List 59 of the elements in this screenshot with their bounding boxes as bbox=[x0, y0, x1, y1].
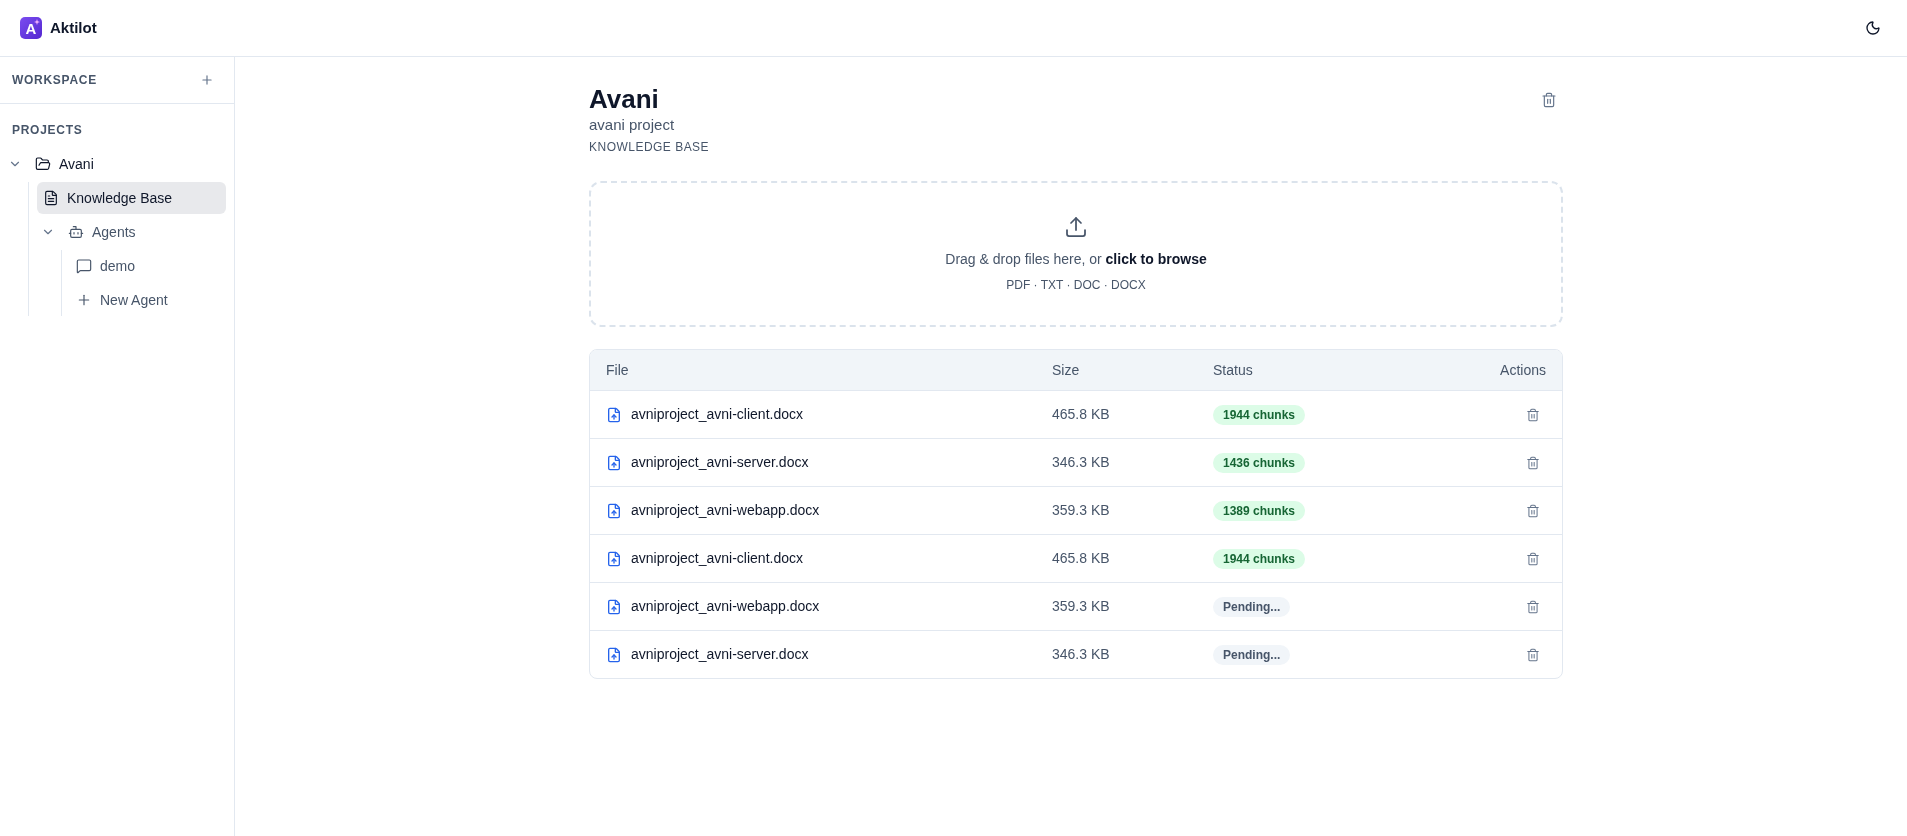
file-icon bbox=[606, 502, 622, 519]
file-icon bbox=[606, 454, 622, 471]
column-header: Size bbox=[1052, 360, 1081, 380]
trash-icon bbox=[1541, 92, 1557, 108]
file-name: avniproject_avni-server.docx bbox=[631, 645, 809, 664]
trash-icon bbox=[1526, 503, 1540, 518]
workspace-label: WORKSPACE bbox=[12, 72, 97, 89]
trash-icon bbox=[1526, 599, 1540, 614]
file-size: 465.8 KB bbox=[1052, 549, 1111, 568]
tree-item[interactable]: New Agent bbox=[70, 284, 226, 316]
logo-letter: A bbox=[25, 20, 37, 36]
status-badge: 1436 chunks bbox=[1213, 452, 1306, 473]
file-size: 359.3 KB bbox=[1052, 597, 1111, 616]
tree-item[interactable]: Knowledge Base bbox=[37, 182, 226, 214]
column-header: File bbox=[606, 360, 630, 380]
status-badge: 1944 chunks bbox=[1213, 548, 1306, 569]
file-size: 465.8 KB bbox=[1052, 405, 1111, 424]
tree-item[interactable]: Agents bbox=[37, 216, 226, 248]
dropzone-text: Drag & drop files here, or click to browse bbox=[945, 250, 1207, 269]
robot-icon bbox=[68, 224, 84, 240]
trash-icon bbox=[1526, 551, 1540, 566]
folder-icon bbox=[35, 156, 51, 172]
page-title: Avani bbox=[589, 83, 660, 115]
file-name: avniproject_avni-webapp.docx bbox=[631, 501, 820, 520]
plus-icon bbox=[200, 73, 214, 87]
trash-icon bbox=[1526, 647, 1540, 662]
status-badge: 1944 chunks bbox=[1213, 404, 1306, 425]
status-badge: Pending... bbox=[1213, 596, 1291, 617]
file-icon bbox=[606, 550, 622, 567]
chat-bubble-icon bbox=[76, 258, 92, 274]
file-name: avniproject_avni-server.docx bbox=[631, 453, 809, 472]
projects-label: PROJECTS bbox=[11, 122, 84, 138]
app-name: Aktilot bbox=[50, 17, 97, 38]
column-header: Actions bbox=[1499, 360, 1546, 380]
sparkle-icon bbox=[34, 19, 40, 25]
file-formats: PDF · TXT · DOC · DOCX bbox=[1006, 277, 1146, 293]
file-name: avniproject_avni-webapp.docx bbox=[631, 597, 820, 616]
file-name: avniproject_avni-client.docx bbox=[631, 405, 803, 424]
column-header: Status bbox=[1213, 360, 1254, 380]
trash-icon bbox=[1526, 407, 1540, 422]
moon-icon bbox=[1865, 20, 1881, 36]
file-icon bbox=[606, 598, 622, 615]
file-size: 346.3 KB bbox=[1052, 645, 1111, 664]
section-label: KNOWLEDGE BASE bbox=[589, 139, 710, 155]
tree-item[interactable]: Avani bbox=[4, 148, 226, 180]
file-icon bbox=[606, 646, 622, 663]
status-badge: 1389 chunks bbox=[1213, 500, 1306, 521]
file-name: avniproject_avni-client.docx bbox=[631, 549, 803, 568]
trash-icon bbox=[1526, 455, 1540, 470]
status-badge: Pending... bbox=[1213, 644, 1291, 665]
plus-icon bbox=[76, 292, 92, 308]
file-icon bbox=[606, 406, 622, 423]
file-size: 346.3 KB bbox=[1052, 453, 1111, 472]
page-subtitle: avani project bbox=[589, 115, 676, 135]
upload-dropzone[interactable]: Drag & drop files here, or click to browse PDF · TXT · DOC · DOCX bbox=[589, 181, 1563, 327]
upload-icon bbox=[1064, 215, 1088, 239]
document-icon bbox=[43, 190, 59, 206]
tree-item[interactable]: demo bbox=[70, 250, 226, 282]
file-size: 359.3 KB bbox=[1052, 501, 1111, 520]
